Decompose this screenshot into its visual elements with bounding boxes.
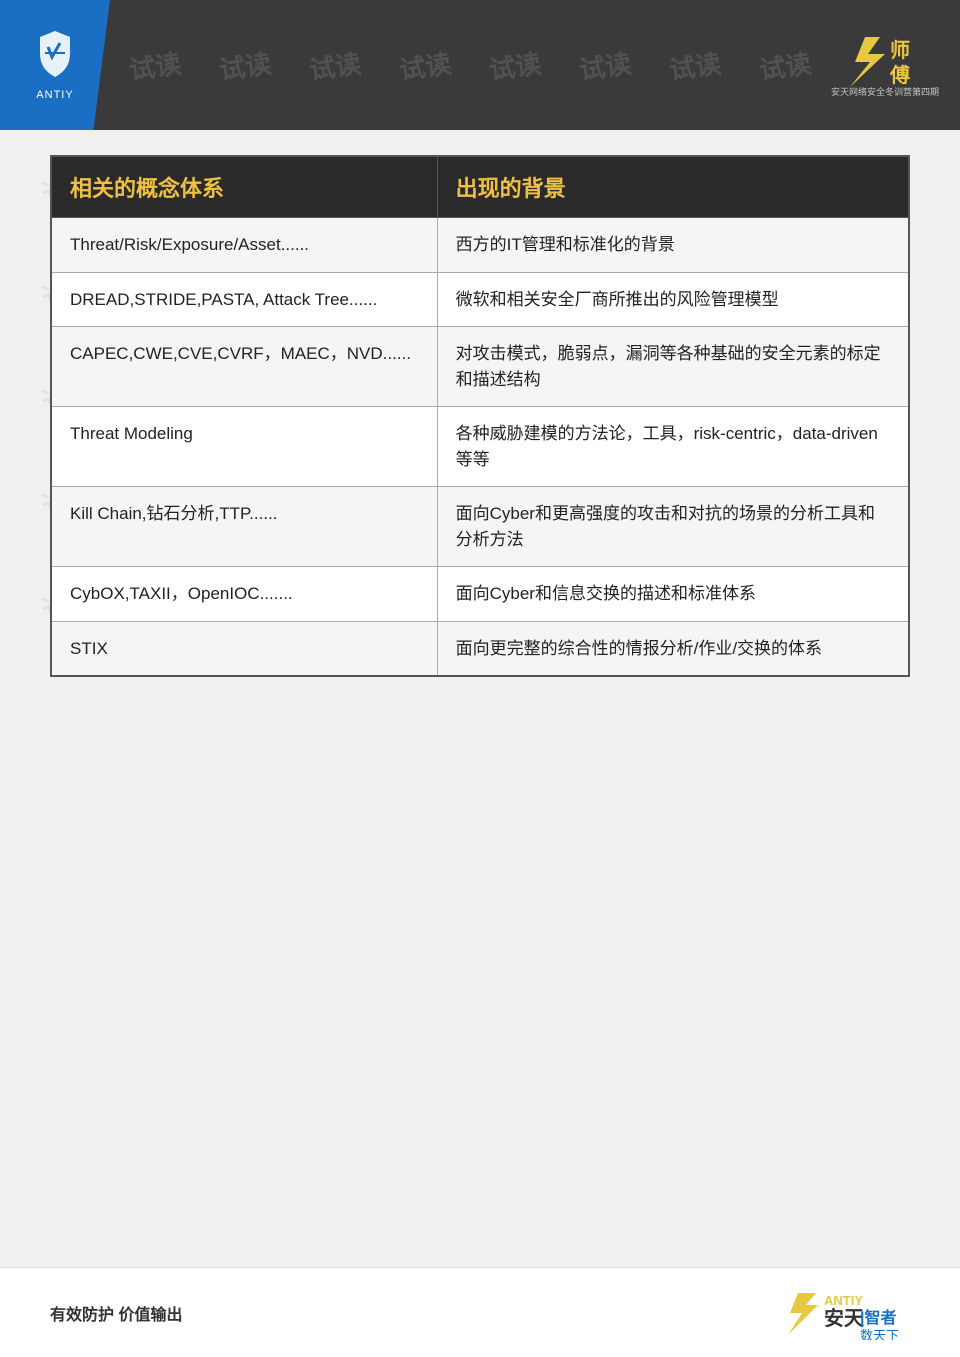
row4-col2: 各种威胁建模的方法论，工具，risk-centric，data-driven等等	[437, 407, 909, 487]
footer: 有效防护 价值输出 ANTIY 安天 |智者 数天下	[0, 1267, 960, 1357]
header-watermark-overlay: 试读 试读 试读 试读 试读 试读 试读 试读	[110, 0, 830, 130]
logo-box: ANTIY	[0, 0, 110, 130]
row3-col2: 对攻击模式，脆弱点，漏洞等各种基础的安全元素的标定和描述结构	[437, 327, 909, 407]
row3-col1: CAPEC,CWE,CVE,CVRF，MAEC，NVD......	[51, 327, 437, 407]
company-name: 师 傅	[835, 32, 935, 93]
footer-right: ANTIY 安天 |智者 数天下	[780, 1285, 910, 1340]
header-watermark-1: 试读	[127, 43, 184, 87]
row1-col1: Threat/Risk/Exposure/Asset......	[51, 218, 437, 273]
company-sub: 安天网络安全冬训营第四期	[831, 85, 939, 98]
row7-col1: STIX	[51, 621, 437, 676]
row2-col2: 微软和相关安全厂商所推出的风险管理模型	[437, 272, 909, 327]
col1-header: 相关的概念体系	[51, 156, 437, 218]
footer-tagline: 有效防护 价值输出	[50, 1301, 182, 1325]
row1-col2: 西方的IT管理和标准化的背景	[437, 218, 909, 273]
header-watermark-7: 试读	[667, 43, 724, 87]
header: ANTIY 试读 试读 试读 试读 试读 试读 试读 试读 师 傅 安天网络安全…	[0, 0, 960, 130]
svg-text:傅: 傅	[889, 63, 910, 87]
row5-col1: Kill Chain,钻石分析,TTP......	[51, 487, 437, 567]
row5-col2: 面向Cyber和更高强度的攻击和对抗的场景的分析工具和分析方法	[437, 487, 909, 567]
header-watermark-8: 试读	[757, 43, 814, 87]
row6-col2: 面向Cyber和信息交换的描述和标准体系	[437, 567, 909, 622]
table-row: Threat Modeling 各种威胁建模的方法论，工具，risk-centr…	[51, 407, 909, 487]
concept-table: 相关的概念体系 出现的背景 Threat/Risk/Exposure/Asset…	[50, 155, 910, 677]
svg-text:数天下: 数天下	[860, 1328, 899, 1340]
header-watermark-4: 试读	[397, 43, 454, 87]
header-watermark-2: 试读	[217, 43, 274, 87]
table-row: CAPEC,CWE,CVE,CVRF，MAEC，NVD...... 对攻击模式，…	[51, 327, 909, 407]
main-content: 相关的概念体系 出现的背景 Threat/Risk/Exposure/Asset…	[50, 155, 910, 1257]
row4-col1: Threat Modeling	[51, 407, 437, 487]
logo-text: ANTIY	[36, 89, 73, 101]
table-row: Kill Chain,钻石分析,TTP...... 面向Cyber和更高强度的攻…	[51, 487, 909, 567]
svg-text:安天: 安天	[824, 1306, 865, 1330]
header-watermark-3: 试读	[307, 43, 364, 87]
header-watermark-6: 试读	[577, 43, 634, 87]
table-row: Threat/Risk/Exposure/Asset...... 西方的IT管理…	[51, 218, 909, 273]
col2-header: 出现的背景	[437, 156, 909, 218]
logo-icon	[30, 29, 80, 85]
svg-text:师: 师	[890, 39, 910, 62]
svg-text:ANTIY: ANTIY	[824, 1293, 863, 1308]
row7-col2: 面向更完整的综合性的情报分析/作业/交换的体系	[437, 621, 909, 676]
table-row: DREAD,STRIDE,PASTA, Attack Tree...... 微软…	[51, 272, 909, 327]
row2-col1: DREAD,STRIDE,PASTA, Attack Tree......	[51, 272, 437, 327]
table-row: STIX 面向更完整的综合性的情报分析/作业/交换的体系	[51, 621, 909, 676]
row6-col1: CybOX,TAXII，OpenIOC.......	[51, 567, 437, 622]
header-watermark-5: 试读	[487, 43, 544, 87]
header-right-logo: 师 傅 安天网络安全冬训营第四期	[825, 25, 945, 105]
svg-text:|智者: |智者	[860, 1308, 896, 1327]
footer-logo: ANTIY 安天 |智者 数天下	[780, 1285, 910, 1340]
table-header-row: 相关的概念体系 出现的背景	[51, 156, 909, 218]
table-row: CybOX,TAXII，OpenIOC....... 面向Cyber和信息交换的…	[51, 567, 909, 622]
